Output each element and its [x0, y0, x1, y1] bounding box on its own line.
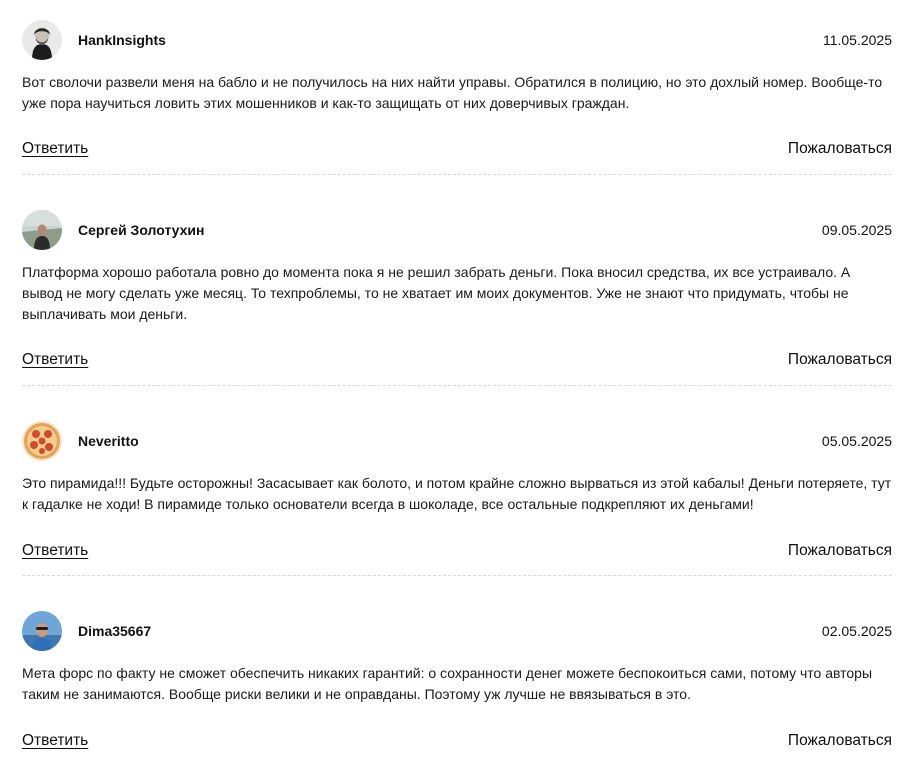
comments-list: HankInsights 11.05.2025 Вот сволочи разв… — [0, 0, 924, 759]
report-link[interactable]: Пожаловаться — [788, 140, 892, 158]
divider — [22, 575, 892, 576]
divider — [22, 385, 892, 386]
comment-author: Dima35667 — [78, 623, 152, 639]
comment-text: Вот сволочи развели меня на бабло и не п… — [22, 74, 883, 111]
comment-item: HankInsights 11.05.2025 Вот сволочи разв… — [22, 20, 892, 157]
divider — [22, 174, 892, 175]
reply-link[interactable]: Ответить — [22, 140, 88, 158]
comment-actions: Ответить Пожаловаться — [22, 732, 892, 752]
comment-item: Neveritto 05.05.2025 Это пирамида!!! Буд… — [22, 421, 892, 559]
comment-date: 05.05.2025 — [821, 433, 892, 449]
comment-date: 09.05.2025 — [821, 222, 892, 238]
comment-header: Dima35667 02.05.2025 — [22, 611, 892, 653]
comment-text: Это пирамида!!! Будьте осторожны! Засасы… — [22, 475, 892, 512]
pizza-avatar-icon — [22, 421, 62, 461]
reply-link[interactable]: Ответить — [22, 542, 88, 560]
person-avatar-icon — [22, 210, 62, 250]
comment-author: Neveritto — [78, 433, 139, 449]
comment-text: Мета форс по факту не сможет обеспечить … — [22, 665, 873, 702]
report-link[interactable]: Пожаловаться — [788, 732, 892, 750]
comment-date: 11.05.2025 — [822, 32, 892, 48]
reply-link[interactable]: Ответить — [22, 351, 88, 369]
report-link[interactable]: Пожаловаться — [788, 542, 892, 560]
comment-header: HankInsights 11.05.2025 — [22, 20, 892, 62]
comment-author: Сергей Золотухин — [78, 222, 205, 238]
comment-header: Neveritto 05.05.2025 — [22, 421, 892, 463]
comment-item: Dima35667 02.05.2025 Мета форс по факту … — [22, 611, 892, 749]
comment-text: Платформа хорошо работала ровно до момен… — [22, 264, 851, 322]
comment-author: HankInsights — [78, 32, 166, 48]
comment-date: 02.05.2025 — [821, 623, 892, 639]
comment-actions: Ответить Пожаловаться — [22, 542, 892, 562]
comment-actions: Ответить Пожаловаться — [22, 351, 892, 371]
comment-actions: Ответить Пожаловаться — [22, 140, 892, 160]
comment-header: Сергей Золотухин 09.05.2025 — [22, 210, 892, 252]
report-link[interactable]: Пожаловаться — [788, 351, 892, 369]
reply-link[interactable]: Ответить — [22, 732, 88, 750]
comment-item: Сергей Золотухин 09.05.2025 Платформа хо… — [22, 210, 892, 368]
person-avatar-icon — [22, 611, 62, 651]
person-avatar-icon — [22, 20, 62, 60]
